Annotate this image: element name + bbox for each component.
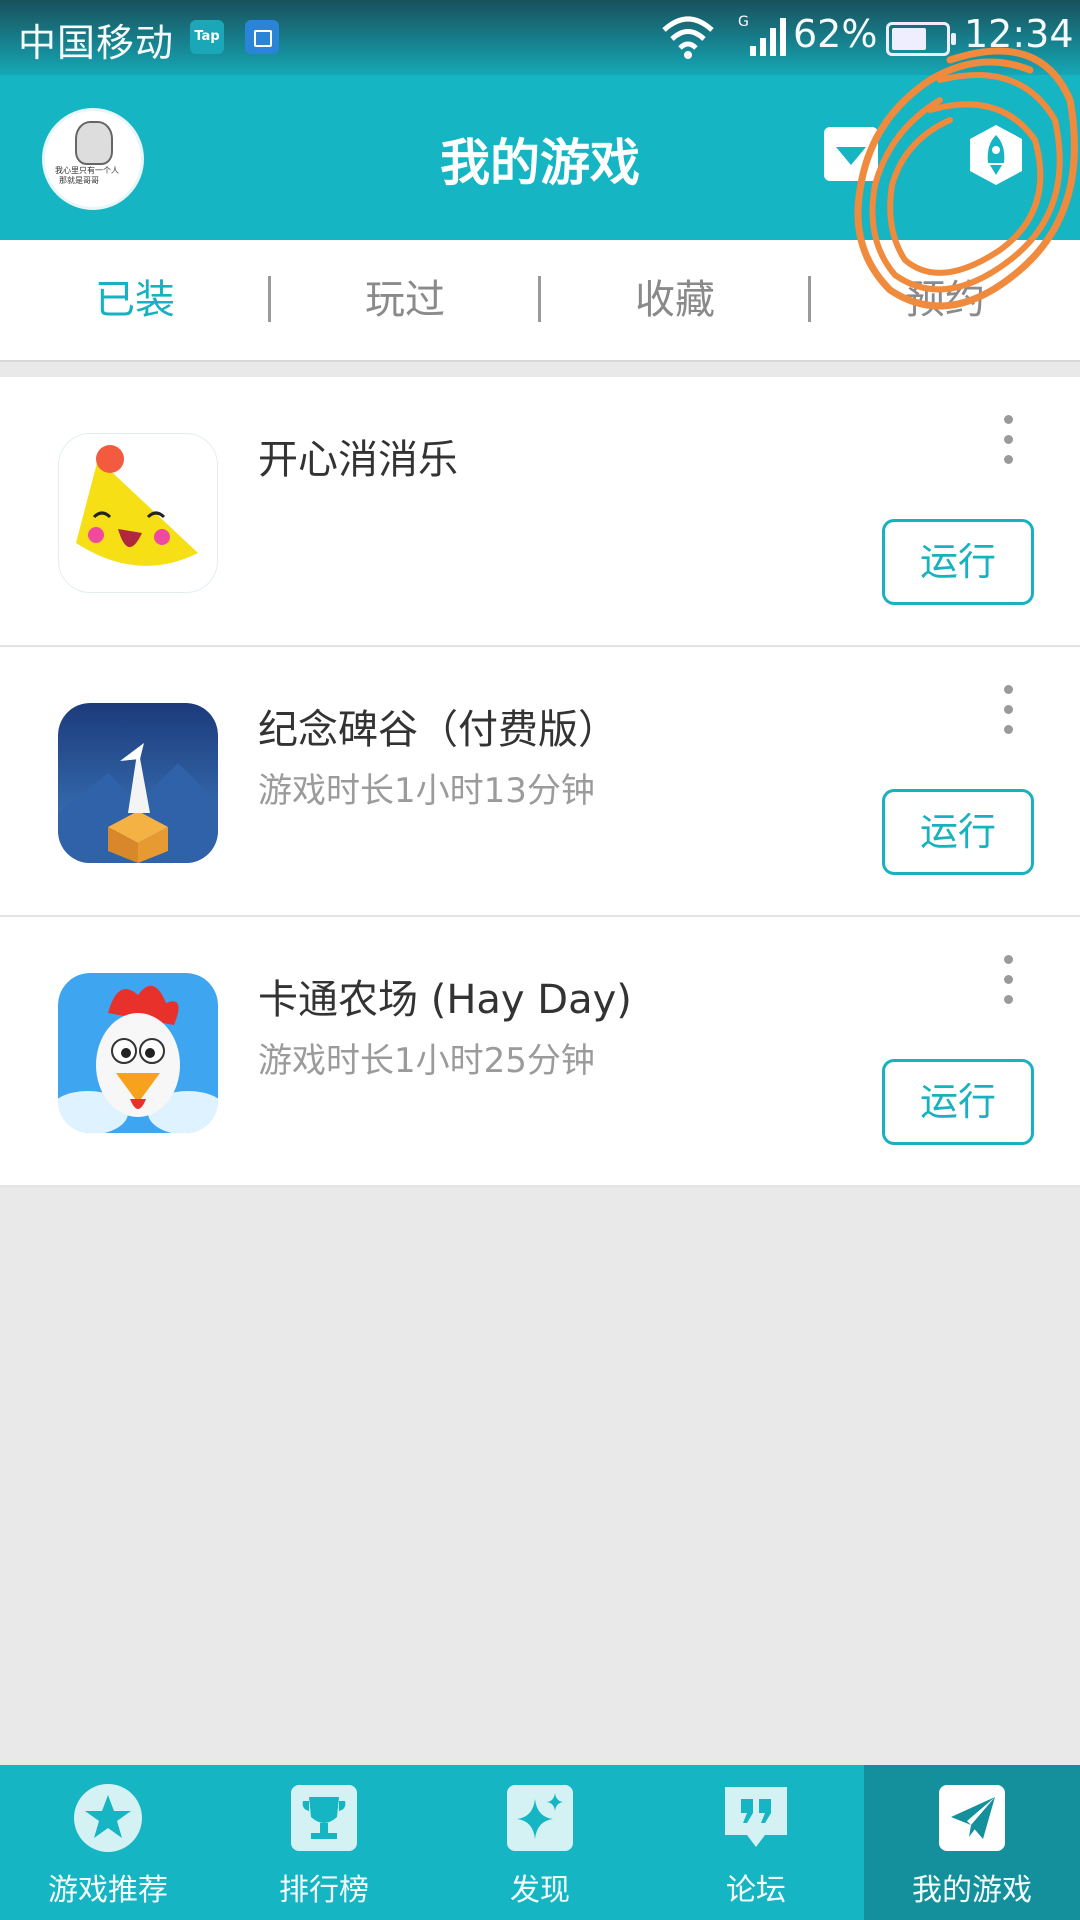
game-title: 纪念碑谷（付费版） [258, 707, 618, 753]
nav-item-game-recommend[interactable]: 游戏推荐 [0, 1765, 216, 1920]
more-options-icon[interactable] [996, 411, 1020, 471]
network-type-label: G [738, 14, 749, 30]
page-title: 我的游戏 [440, 134, 640, 192]
tab-installed[interactable]: 已装 [0, 240, 270, 360]
nav-item-leaderboard[interactable]: 排行榜 [216, 1765, 432, 1920]
game-title: 开心消消乐 [258, 437, 458, 483]
sparkle-icon [507, 1785, 573, 1851]
game-playtime: 游戏时长1小时25分钟 [258, 1041, 595, 1081]
run-button[interactable]: 运行 [882, 519, 1034, 605]
quote-icon [725, 1787, 787, 1847]
game-playtime: 游戏时长1小时13分钟 [258, 771, 595, 811]
bottom-nav: 游戏推荐 排行榜 发现 论坛 我的游戏 [0, 1765, 1080, 1920]
signal-icon: G [738, 14, 786, 56]
download-manager-icon[interactable] [824, 127, 878, 181]
game-icon-happy-elimination [58, 433, 218, 593]
nav-label: 论坛 [726, 1873, 786, 1908]
clock: 12:34 [964, 12, 1074, 56]
star-icon [74, 1784, 142, 1852]
battery-icon [886, 22, 956, 56]
nav-label: 排行榜 [279, 1873, 369, 1908]
run-button[interactable]: 运行 [882, 1059, 1034, 1145]
more-options-icon[interactable] [996, 951, 1020, 1011]
notification-icon [245, 20, 279, 54]
nav-label: 发现 [510, 1873, 570, 1908]
game-title: 卡通农场 (Hay Day) [258, 977, 632, 1023]
more-options-icon[interactable] [996, 681, 1020, 741]
list-item[interactable]: 纪念碑谷（付费版） 游戏时长1小时13分钟 运行 [0, 647, 1080, 917]
battery-percentage: 62% [793, 12, 878, 56]
wifi-icon [662, 16, 714, 59]
paper-plane-icon [939, 1785, 1005, 1851]
nav-item-forum[interactable]: 论坛 [648, 1765, 864, 1920]
carrier-name: 中国移动 [18, 21, 175, 65]
tab-bar: 已装 玩过 收藏 预约 [0, 240, 1080, 362]
game-icon-hay-day [58, 973, 218, 1133]
list-item[interactable]: 卡通农场 (Hay Day) 游戏时长1小时25分钟 运行 [0, 917, 1080, 1187]
tap-app-icon: Tap [190, 20, 224, 54]
tab-favorites[interactable]: 收藏 [540, 240, 810, 360]
trophy-icon [291, 1785, 357, 1851]
nav-label: 我的游戏 [912, 1873, 1032, 1908]
game-list: 开心消消乐 运行 纪念碑谷（付费版） 游戏时长1小时13分钟 运行 卡通农场 (… [0, 377, 1080, 1187]
rocket-icon[interactable] [968, 123, 1024, 187]
nav-item-my-games[interactable]: 我的游戏 [864, 1765, 1080, 1920]
nav-item-discover[interactable]: 发现 [432, 1765, 648, 1920]
list-item[interactable]: 开心消消乐 运行 [0, 377, 1080, 647]
app-header: 我心里只有一个人 那就是哥哥 我的游戏 [0, 75, 1080, 240]
tab-played[interactable]: 玩过 [270, 240, 540, 360]
game-icon-monument-valley [58, 703, 218, 863]
tab-reserved[interactable]: 预约 [810, 240, 1080, 360]
status-bar: 中国移动 Tap G 62% 12:34 [0, 0, 1080, 75]
nav-label: 游戏推荐 [48, 1873, 168, 1908]
run-button[interactable]: 运行 [882, 789, 1034, 875]
